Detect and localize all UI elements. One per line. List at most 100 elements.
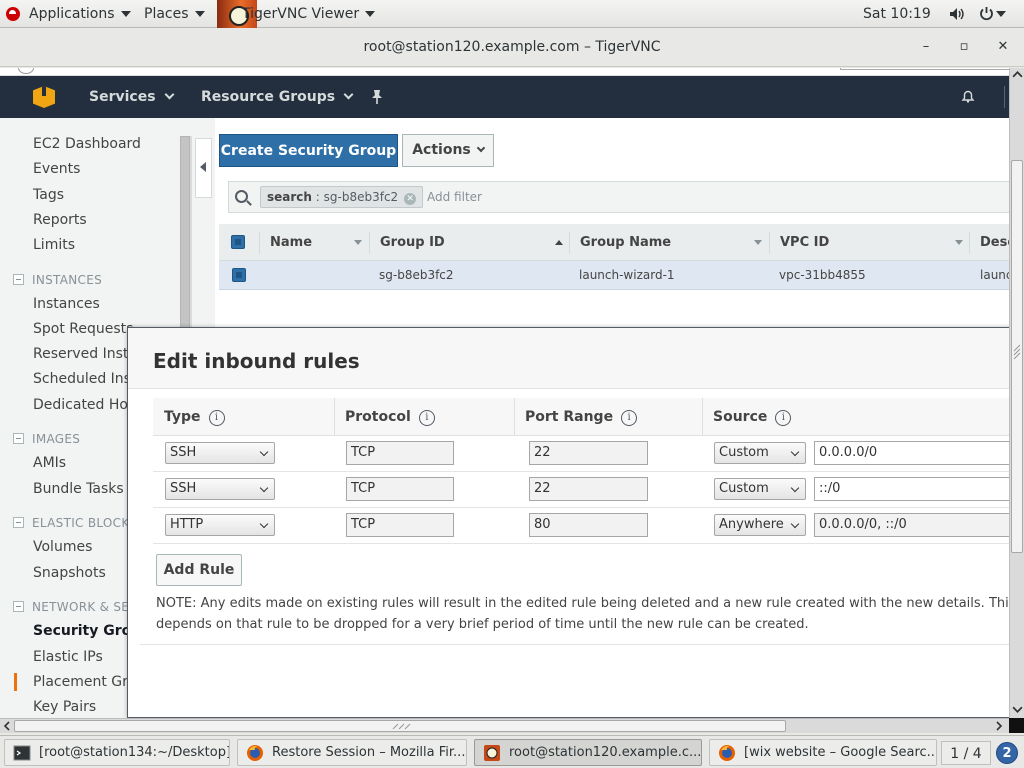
sidebar-item-limits[interactable]: Limits [33, 237, 75, 253]
active-item-indicator [14, 673, 17, 691]
sidebar-item-elastic-ips[interactable]: Elastic IPs [33, 649, 103, 665]
column-header-vpc-id[interactable]: VPC ID [780, 224, 829, 261]
info-icon[interactable]: i [208, 410, 225, 426]
active-app-menu[interactable]: TigerVNC Viewer [242, 0, 376, 28]
nav-divider [1004, 86, 1005, 108]
source-mode-select[interactable]: Custom [714, 442, 806, 464]
info-icon[interactable]: i [418, 410, 435, 426]
sidebar-section-network-security[interactable]: NETWORK & SE [13, 600, 129, 614]
sidebar-collapse-handle[interactable] [195, 138, 212, 198]
clock[interactable]: Sat 10:19 [863, 0, 931, 28]
filter-token-value: : sg-b8eb3fc2 [315, 190, 399, 204]
sidebar-item-snapshots[interactable]: Snapshots [33, 565, 106, 581]
column-header-group-id[interactable]: Group ID [380, 224, 445, 261]
chevron-down-icon [790, 483, 800, 493]
resize-grip-icon[interactable] [1013, 343, 1022, 361]
column-header-description[interactable]: Desc [980, 224, 1009, 261]
port-range-field[interactable]: 22 [529, 477, 648, 501]
sidebar-item-security-groups[interactable]: Security Grou [33, 623, 141, 639]
sidebar-section-elastic-block-store[interactable]: ELASTIC BLOCK [13, 516, 130, 530]
info-icon[interactable]: i [775, 410, 792, 426]
resource-groups-menu[interactable]: Resource Groups [201, 76, 354, 118]
vertical-scrollbar[interactable] [1009, 68, 1024, 718]
pin-icon[interactable] [370, 89, 384, 105]
collapse-minus-icon [13, 274, 24, 285]
select-value: Anywhere [719, 517, 784, 532]
remote-desktop-viewport[interactable]: Services Resource Groups EC2 Dashboard E… [0, 68, 1009, 718]
protocol-field[interactable]: TCP [346, 513, 454, 537]
sidebar-item-spot-requests[interactable]: Spot Requests [33, 321, 133, 337]
column-header-protocol: Protocol i [345, 398, 435, 436]
fedora-logo-icon[interactable] [6, 7, 20, 21]
taskbar-item-terminal[interactable]: [root@station134:~/Desktop] [4, 739, 230, 766]
sidebar-item-instances[interactable]: Instances [33, 296, 100, 312]
select-value: SSH [170, 481, 197, 496]
power-icon[interactable] [979, 6, 994, 21]
table-row[interactable]: sg-b8eb3fc2 launch-wizard-1 vpc-31bb4855… [219, 261, 1009, 290]
column-header-name[interactable]: Name [270, 224, 312, 261]
horizontal-scrollbar[interactable] [0, 718, 1009, 733]
scroll-up-arrow-icon[interactable] [1012, 69, 1023, 80]
type-select[interactable]: SSH [165, 442, 275, 464]
remove-filter-icon[interactable]: ✕ [404, 193, 417, 205]
type-select[interactable]: SSH [165, 478, 275, 500]
sidebar-item-dedicated-hosts[interactable]: Dedicated Host [33, 397, 141, 413]
scroll-down-arrow-icon[interactable] [1012, 704, 1023, 715]
row-checkbox[interactable] [232, 268, 246, 282]
type-select[interactable]: HTTP [165, 514, 275, 536]
select-all-checkbox[interactable] [231, 235, 245, 249]
sidebar-section-images[interactable]: IMAGES [13, 432, 80, 446]
actions-button[interactable]: Actions [402, 134, 494, 167]
applications-menu[interactable]: Applications [29, 0, 131, 28]
system-menu-chevron-icon[interactable] [996, 11, 1006, 17]
add-filter-input[interactable]: Add filter [427, 190, 482, 204]
horizontal-scrollbar-thumb[interactable] [14, 720, 786, 732]
source-cidr-field[interactable]: 0.0.0.0/0 [814, 441, 1009, 465]
sidebar-item-reports[interactable]: Reports [33, 212, 87, 228]
sidebar-item-key-pairs[interactable]: Key Pairs [33, 699, 96, 715]
sidebar-section-instances[interactable]: INSTANCES [13, 273, 102, 287]
cell-vpc-id[interactable]: vpc-31bb4855 [779, 261, 866, 290]
scroll-left-arrow-icon[interactable] [2, 721, 12, 731]
source-cidr-field[interactable]: 0.0.0.0/0, ::/0 [814, 513, 1009, 537]
info-icon[interactable]: i [621, 410, 638, 426]
protocol-field[interactable]: TCP [346, 441, 454, 465]
sidebar-item-tags[interactable]: Tags [33, 187, 64, 203]
sidebar-item-amis[interactable]: AMIs [33, 455, 66, 471]
active-app-label: TigerVNC Viewer [242, 6, 360, 22]
resource-groups-label: Resource Groups [201, 89, 336, 105]
taskbar-item-firefox-wix[interactable]: [wix website – Google Searc... [709, 739, 937, 766]
source-mode-select[interactable]: Anywhere [714, 514, 806, 536]
services-menu[interactable]: Services [89, 76, 174, 118]
sidebar-item-scheduled-instances[interactable]: Scheduled Inst [33, 371, 136, 387]
protocol-field[interactable]: TCP [346, 477, 454, 501]
notification-bell-icon[interactable] [961, 89, 975, 103]
source-cidr-field[interactable]: ::/0 [814, 477, 1009, 501]
filter-bar[interactable]: search : sg-b8eb3fc2 ✕ Add filter [228, 181, 1009, 213]
maximize-button[interactable]: ▫ [956, 39, 972, 55]
sidebar-item-bundle-tasks[interactable]: Bundle Tasks [33, 481, 124, 497]
sidebar-item-events[interactable]: Events [33, 161, 80, 177]
taskbar-item-tigervnc[interactable]: root@station120.example.c... [474, 739, 702, 766]
aws-cube-logo-icon[interactable] [33, 86, 55, 108]
workspace-indicator[interactable]: 1 / 4 [941, 741, 991, 765]
add-rule-button[interactable]: Add Rule [156, 554, 242, 586]
minimize-button[interactable]: – [918, 39, 934, 55]
column-header-group-name[interactable]: Group Name [580, 224, 671, 261]
source-mode-select[interactable]: Custom [714, 478, 806, 500]
column-divider [259, 232, 260, 254]
port-range-field[interactable]: 80 [529, 513, 648, 537]
taskbar-item-firefox-restore[interactable]: Restore Session – Mozilla Fir... [237, 739, 467, 766]
port-range-field[interactable]: 22 [529, 441, 648, 465]
sidebar-item-volumes[interactable]: Volumes [33, 539, 92, 555]
create-security-group-button[interactable]: Create Security Group [219, 134, 398, 167]
filter-token[interactable]: search : sg-b8eb3fc2 ✕ [260, 186, 424, 208]
close-button[interactable]: ✕ [995, 39, 1011, 55]
sidebar-item-placement-groups[interactable]: Placement Gro [33, 674, 136, 690]
places-menu[interactable]: Places [144, 0, 205, 28]
sidebar-item-ec2-dashboard[interactable]: EC2 Dashboard [33, 136, 141, 152]
volume-icon[interactable] [949, 7, 965, 21]
sidebar-item-reserved-instances[interactable]: Reserved Insta [33, 346, 137, 362]
scroll-right-arrow-icon[interactable] [994, 721, 1004, 731]
help-icon[interactable]: 2 [996, 742, 1018, 764]
